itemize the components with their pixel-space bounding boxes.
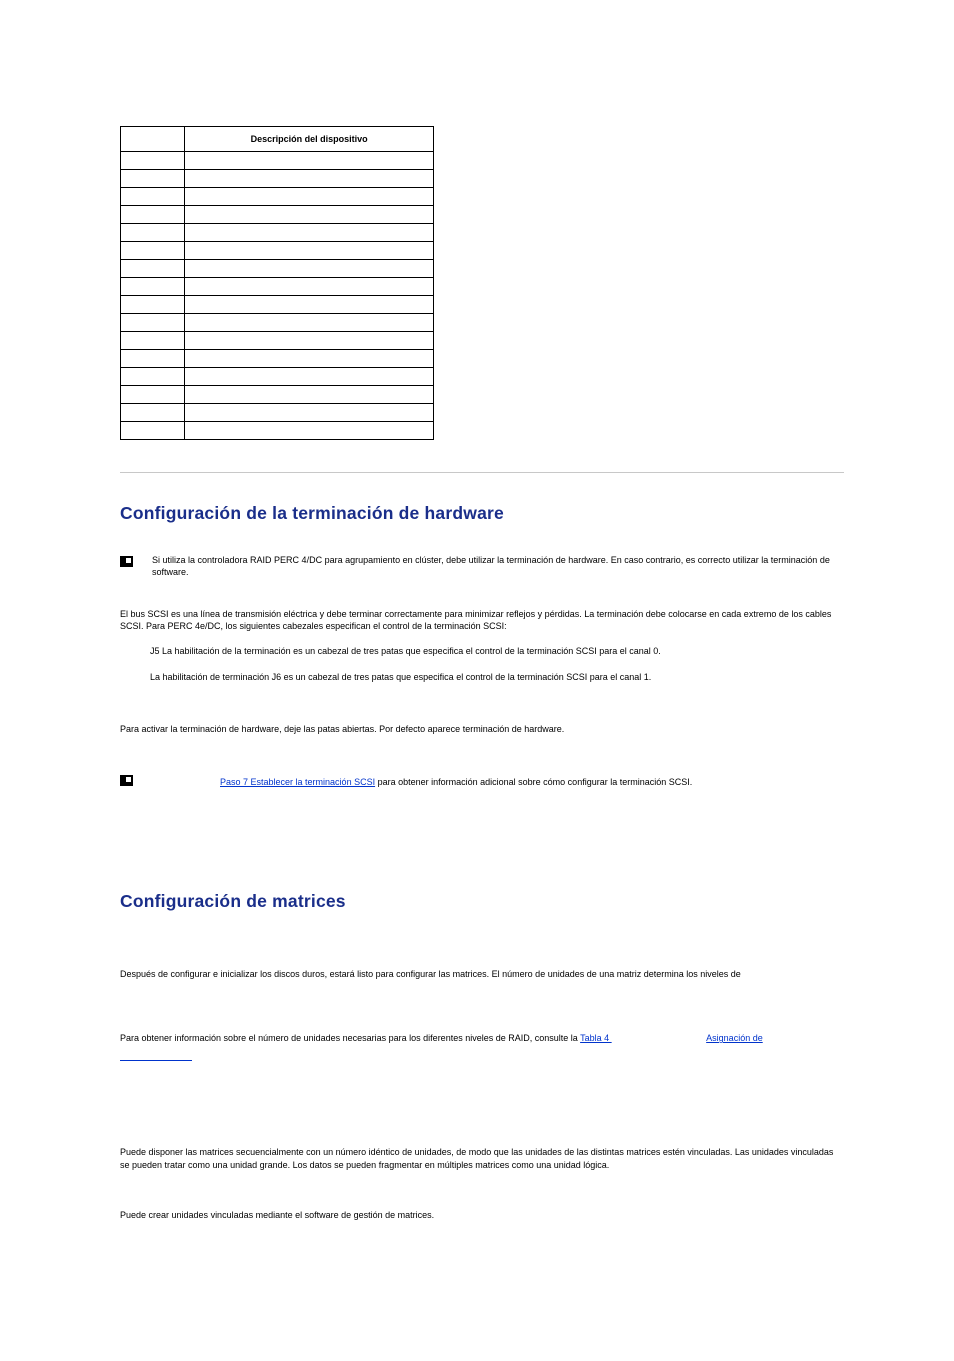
table-cell-id bbox=[121, 188, 185, 206]
table-row bbox=[121, 422, 434, 440]
table-cell-desc bbox=[185, 260, 434, 278]
note-text: Paso 7 Establecer la terminación SCSI pa… bbox=[152, 776, 844, 788]
paragraph: Después de configurar e inicializar los … bbox=[120, 968, 844, 980]
table-row bbox=[121, 206, 434, 224]
table-cell-desc bbox=[185, 350, 434, 368]
paragraph-text: Para obtener información sobre el número… bbox=[120, 1033, 580, 1043]
section-title-array-config: Configuración de matrices bbox=[120, 891, 844, 912]
header-list: J5 La habilitación de la terminación es … bbox=[150, 645, 844, 683]
table-row bbox=[121, 314, 434, 332]
note-row: Paso 7 Establecer la terminación SCSI pa… bbox=[120, 773, 844, 791]
table-cell-id bbox=[121, 170, 185, 188]
paragraph: Puede crear unidades vinculadas mediante… bbox=[120, 1209, 844, 1221]
table-cell-id bbox=[121, 404, 185, 422]
note-row: Si utiliza la controladora RAID PERC 4/D… bbox=[120, 554, 844, 578]
table-cell-id bbox=[121, 242, 185, 260]
table-row bbox=[121, 170, 434, 188]
note-icon bbox=[120, 775, 133, 786]
table-cell-id bbox=[121, 386, 185, 404]
table-cell-desc bbox=[185, 152, 434, 170]
table-cell-desc bbox=[185, 224, 434, 242]
table-cell-desc bbox=[185, 422, 434, 440]
paragraph: Para obtener información sobre el número… bbox=[120, 1032, 844, 1044]
table-cell-id bbox=[121, 152, 185, 170]
table-row bbox=[121, 332, 434, 350]
table-cell-id bbox=[121, 260, 185, 278]
table-cell-id bbox=[121, 350, 185, 368]
table-cell-id bbox=[121, 224, 185, 242]
link-asignacion[interactable]: Asignación de bbox=[706, 1033, 763, 1043]
note-text-tail: para obtener información adicional sobre… bbox=[375, 777, 692, 787]
table-cell-desc bbox=[185, 188, 434, 206]
section-divider bbox=[120, 472, 844, 473]
table-cell-desc bbox=[185, 296, 434, 314]
table-row bbox=[121, 386, 434, 404]
table-row bbox=[121, 296, 434, 314]
table-cell-id bbox=[121, 296, 185, 314]
table-row bbox=[121, 152, 434, 170]
table-cell-desc bbox=[185, 368, 434, 386]
table-cell-desc bbox=[185, 332, 434, 350]
table-header-row: Descripción del dispositivo bbox=[121, 127, 434, 152]
spacer-text bbox=[612, 1033, 707, 1043]
table-row bbox=[121, 350, 434, 368]
link-table-4[interactable]: Tabla 4 bbox=[580, 1033, 612, 1043]
table-row bbox=[121, 260, 434, 278]
table-cell-id bbox=[121, 206, 185, 224]
paragraph: Puede disponer las matrices secuencialme… bbox=[120, 1146, 844, 1170]
list-item: J5 La habilitación de la terminación es … bbox=[150, 645, 844, 657]
table-cell-desc bbox=[185, 404, 434, 422]
table-header-id bbox=[121, 127, 185, 152]
table-cell-id bbox=[121, 422, 185, 440]
table-cell-desc bbox=[185, 206, 434, 224]
table-cell-desc bbox=[185, 314, 434, 332]
table-row bbox=[121, 404, 434, 422]
table-cell-desc bbox=[185, 170, 434, 188]
table-cell-id bbox=[121, 278, 185, 296]
paragraph-underline-fragment bbox=[120, 1052, 844, 1064]
paragraph: Para activar la terminación de hardware,… bbox=[120, 723, 844, 735]
section-title-hardware-termination: Configuración de la terminación de hardw… bbox=[120, 503, 844, 524]
table-cell-id bbox=[121, 314, 185, 332]
note-text: Si utiliza la controladora RAID PERC 4/D… bbox=[152, 554, 844, 578]
table-row bbox=[121, 224, 434, 242]
table-row bbox=[121, 242, 434, 260]
table-cell-id bbox=[121, 332, 185, 350]
link-step7-scsi-termination[interactable]: Paso 7 Establecer la terminación SCSI bbox=[220, 777, 375, 787]
table-cell-id bbox=[121, 368, 185, 386]
table-cell-desc bbox=[185, 386, 434, 404]
table-header-desc: Descripción del dispositivo bbox=[185, 127, 434, 152]
table-cell-desc bbox=[185, 278, 434, 296]
list-item: La habilitación de terminación J6 es un … bbox=[150, 671, 844, 683]
table-row bbox=[121, 368, 434, 386]
table-row bbox=[121, 278, 434, 296]
note-icon bbox=[120, 556, 133, 567]
paragraph: El bus SCSI es una línea de transmisión … bbox=[120, 608, 844, 632]
scsi-id-table: Descripción del dispositivo bbox=[120, 126, 434, 440]
table-row bbox=[121, 188, 434, 206]
table-cell-desc bbox=[185, 242, 434, 260]
